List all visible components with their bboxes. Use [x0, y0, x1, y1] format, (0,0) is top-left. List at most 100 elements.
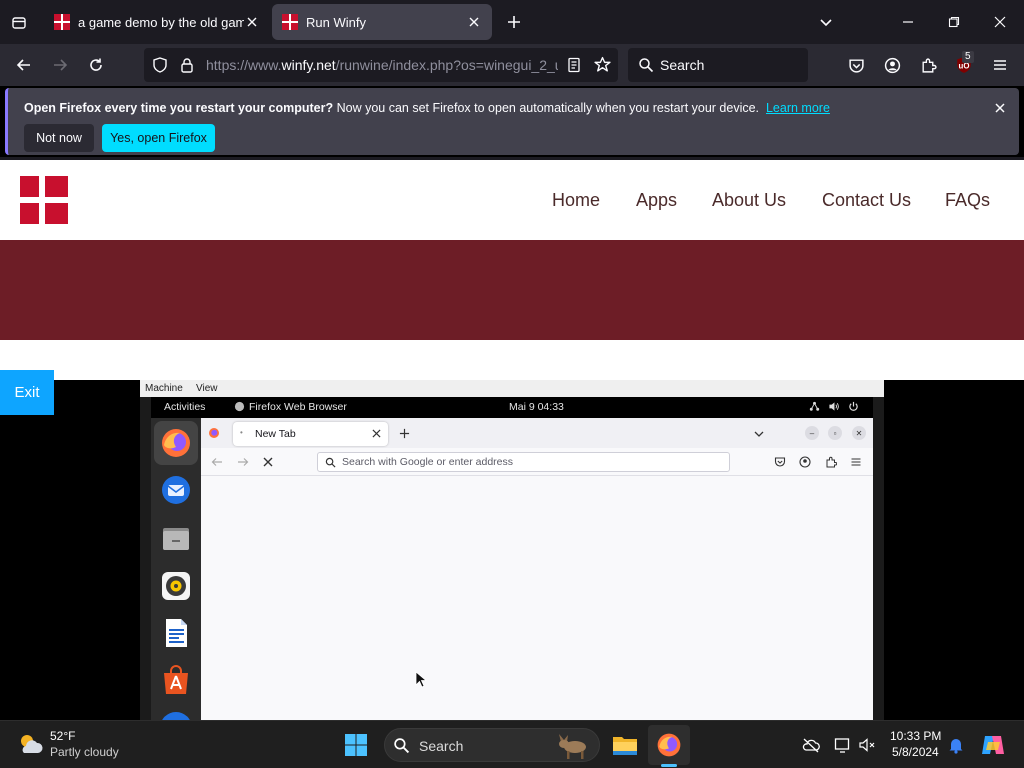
- partly-cloudy-icon[interactable]: [16, 731, 44, 757]
- taskbar-date[interactable]: 5/8/2024: [892, 745, 939, 759]
- close-icon[interactable]: [990, 12, 1010, 32]
- close-icon[interactable]: ✕: [852, 426, 866, 440]
- chevron-down-icon[interactable]: [816, 12, 836, 32]
- maximize-icon[interactable]: ▫: [828, 426, 842, 440]
- app-center-icon[interactable]: [160, 664, 192, 696]
- plus-icon[interactable]: [399, 428, 410, 439]
- weather-description[interactable]: Partly cloudy: [50, 745, 119, 759]
- taskbar-search-label: Search: [419, 738, 464, 754]
- volume-icon[interactable]: [828, 401, 840, 412]
- account-icon[interactable]: [799, 456, 811, 468]
- reader-view-icon[interactable]: [566, 57, 582, 73]
- nav-faqs[interactable]: FAQs: [945, 190, 990, 211]
- back-arrow-icon[interactable]: [13, 54, 35, 76]
- star-icon[interactable]: [594, 56, 611, 73]
- display-icon[interactable]: [834, 736, 852, 754]
- notification-message: Open Firefox every time you restart your…: [24, 101, 830, 115]
- account-icon[interactable]: [881, 54, 903, 76]
- thunderbird-icon[interactable]: [160, 474, 192, 506]
- url-bar[interactable]: https://www.winfy.net/runwine/index.php?…: [144, 48, 618, 82]
- vm-tab-new-tab[interactable]: • New Tab: [233, 422, 388, 446]
- taskbar-search[interactable]: Search: [384, 728, 600, 762]
- extension-badge: 5: [962, 51, 974, 63]
- vm-address-bar[interactable]: Search with Google or enter address: [317, 452, 730, 472]
- address-placeholder: Search with Google or enter address: [342, 456, 514, 468]
- hamburger-menu-icon[interactable]: [850, 456, 862, 468]
- stop-loading-icon[interactable]: [262, 456, 274, 468]
- forward-arrow-icon[interactable]: [237, 456, 249, 468]
- navigation-toolbar: https://www.winfy.net/runwine/index.php?…: [0, 44, 1024, 86]
- gnome-clock[interactable]: Mai 9 04:33: [509, 401, 564, 413]
- plus-icon[interactable]: [504, 12, 524, 32]
- copilot-icon[interactable]: [980, 733, 1006, 757]
- close-tab-icon[interactable]: [466, 14, 482, 30]
- nav-contact-us[interactable]: Contact Us: [822, 190, 911, 211]
- yes-open-firefox-button[interactable]: Yes, open Firefox: [102, 124, 215, 152]
- minimize-icon[interactable]: [898, 12, 918, 32]
- running-indicator: [661, 764, 677, 767]
- minimize-icon[interactable]: –: [805, 426, 819, 440]
- windows-start-icon[interactable]: [344, 733, 368, 757]
- url-text[interactable]: https://www.winfy.net/runwine/index.php?…: [206, 57, 558, 73]
- not-now-button[interactable]: Not now: [24, 124, 94, 152]
- forward-arrow-icon[interactable]: [49, 54, 71, 76]
- tab-dot-icon: •: [240, 428, 243, 437]
- vm-menubar: Machine View: [140, 380, 884, 397]
- close-tab-icon[interactable]: [244, 14, 260, 30]
- vm-menu-view[interactable]: View: [196, 383, 218, 394]
- writer-icon[interactable]: [160, 617, 192, 649]
- url-prefix: https://www.: [206, 57, 282, 73]
- file-explorer-icon[interactable]: [612, 733, 638, 757]
- search-box[interactable]: Search: [628, 48, 808, 82]
- vm-nav-toolbar: Search with Google or enter address: [201, 448, 873, 476]
- chevron-down-icon[interactable]: [753, 428, 765, 440]
- vm-page-content[interactable]: [201, 476, 873, 720]
- exit-button[interactable]: Exit: [0, 370, 54, 415]
- vm-menu-machine[interactable]: Machine: [145, 383, 183, 394]
- search-placeholder: Search: [660, 57, 705, 73]
- site-header: Home Apps About Us Contact Us FAQs: [0, 160, 1024, 240]
- firefox-icon[interactable]: [160, 427, 192, 459]
- pocket-icon[interactable]: [845, 54, 867, 76]
- power-icon[interactable]: [848, 401, 859, 412]
- volume-muted-icon[interactable]: [858, 736, 876, 754]
- shield-icon[interactable]: [152, 57, 168, 73]
- hero-banner: [0, 240, 1024, 340]
- cloud-off-icon[interactable]: [802, 737, 820, 753]
- firefox-icon[interactable]: [656, 732, 682, 758]
- back-arrow-icon[interactable]: [211, 456, 223, 468]
- pocket-icon[interactable]: [774, 456, 786, 468]
- learn-more-link[interactable]: Learn more: [766, 101, 830, 115]
- close-icon[interactable]: [992, 100, 1008, 116]
- network-icon[interactable]: [809, 401, 820, 412]
- hamburger-menu-icon[interactable]: [989, 54, 1011, 76]
- activities-button[interactable]: Activities: [164, 401, 205, 413]
- puzzle-icon[interactable]: [917, 54, 939, 76]
- search-icon: [393, 737, 410, 754]
- close-tab-icon[interactable]: [372, 429, 381, 438]
- maximize-icon[interactable]: [944, 12, 964, 32]
- rhythmbox-icon[interactable]: [160, 570, 192, 602]
- firefox-view-icon[interactable]: [208, 427, 220, 439]
- puzzle-icon[interactable]: [825, 456, 837, 468]
- weather-temperature[interactable]: 52°F: [50, 729, 75, 743]
- nav-apps[interactable]: Apps: [636, 190, 677, 211]
- nav-home[interactable]: Home: [552, 190, 600, 211]
- tab-run-winfy[interactable]: Run Winfy: [272, 4, 492, 40]
- tab-game-demo[interactable]: a game demo by the old game: [44, 4, 270, 40]
- tab-list-icon[interactable]: [6, 10, 32, 36]
- vm-tab-title: New Tab: [255, 428, 296, 440]
- vm-firefox-window: • New Tab – ▫ ✕ Search with Google or en…: [201, 418, 873, 720]
- files-icon[interactable]: [160, 522, 192, 554]
- notification-bell-icon[interactable]: [948, 736, 964, 754]
- help-icon[interactable]: [160, 712, 192, 720]
- reload-icon[interactable]: [85, 54, 107, 76]
- tab-strip: a game demo by the old game Run Winfy: [0, 0, 1024, 44]
- winfy-logo[interactable]: [20, 176, 68, 224]
- taskbar-time[interactable]: 10:33 PM: [890, 729, 941, 743]
- active-app-name[interactable]: Firefox Web Browser: [249, 401, 347, 413]
- remote-vm-display[interactable]: Machine View Activities Firefox Web Brow…: [140, 380, 884, 720]
- lock-icon[interactable]: [179, 57, 195, 73]
- windows-taskbar: 52°F Partly cloudy Search 10:33 PM 5/8/2…: [0, 720, 1024, 768]
- nav-about-us[interactable]: About Us: [712, 190, 786, 211]
